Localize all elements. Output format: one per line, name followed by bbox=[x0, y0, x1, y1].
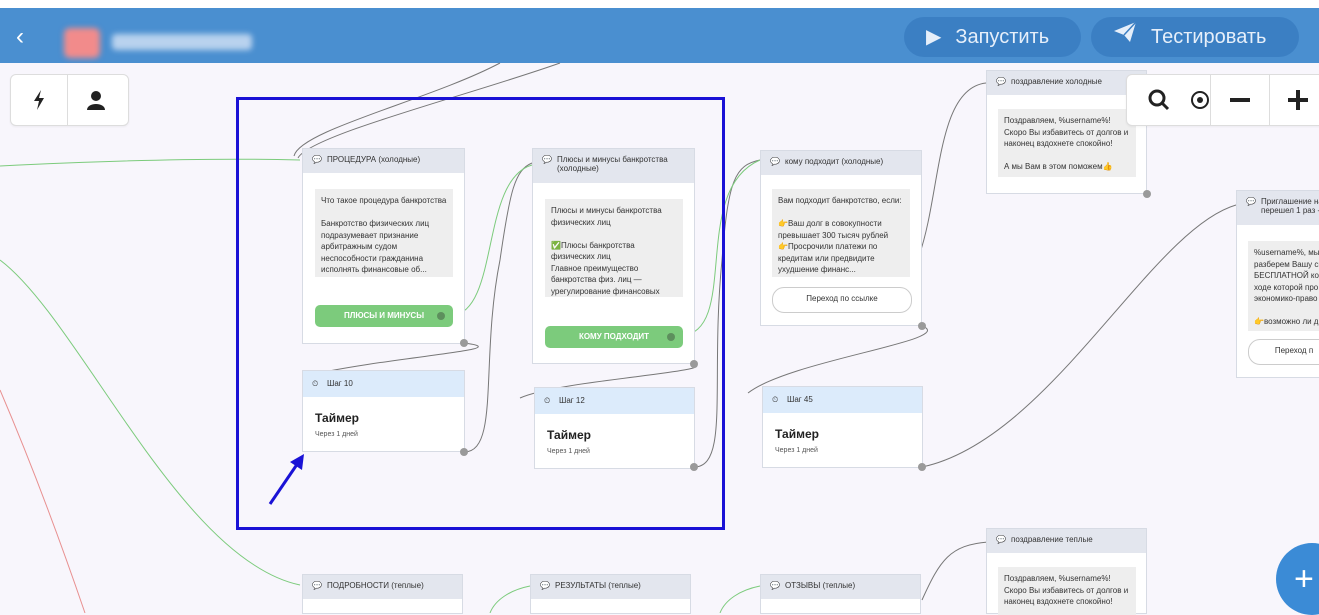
node-title: ПОДРОБНОСТИ (теплые) bbox=[327, 581, 424, 590]
node-congrats-warm[interactable]: 💬 поздравление теплые Поздравляем, %user… bbox=[986, 528, 1147, 615]
node-header: 💬 кому подходит (холодные) bbox=[761, 151, 921, 175]
toolbox-right bbox=[1126, 74, 1319, 126]
node-header: 💬 ОТЗЫВЫ (теплые) bbox=[761, 575, 920, 599]
plus-icon[interactable] bbox=[1268, 75, 1319, 125]
search-icon[interactable] bbox=[1127, 75, 1190, 125]
node-title: Шаг 45 bbox=[787, 395, 813, 404]
node-header: 💬 РЕЗУЛЬТАТЫ (теплые) bbox=[531, 575, 690, 599]
node-title: поздравление теплые bbox=[1011, 535, 1093, 544]
message-icon: 💬 bbox=[1246, 197, 1256, 206]
node-reviews[interactable]: 💬 ОТЗЫВЫ (теплые) bbox=[760, 574, 921, 614]
message-icon: 💬 bbox=[540, 581, 550, 590]
output-port[interactable] bbox=[918, 463, 926, 471]
output-port[interactable] bbox=[918, 322, 926, 330]
plus-icon: + bbox=[1294, 560, 1314, 598]
button-label: Переход п bbox=[1274, 346, 1314, 355]
node-congrats-cold[interactable]: 💬 поздравление холодные Поздравляем, %us… bbox=[986, 70, 1147, 194]
highlight-box bbox=[236, 97, 725, 530]
message-icon: 💬 bbox=[996, 535, 1006, 544]
node-consultation-invite[interactable]: 💬 Приглашение на консультацию (если пере… bbox=[1236, 190, 1319, 378]
node-title: РЕЗУЛЬТАТЫ (теплые) bbox=[555, 581, 641, 590]
button-link-transition[interactable]: Переход п bbox=[1248, 339, 1319, 365]
node-header: 💬 ПОДРОБНОСТИ (теплые) bbox=[303, 575, 462, 599]
message-text: Вам подходит банкротство, если: 👉Ваш дол… bbox=[772, 189, 910, 277]
clock-icon: ⏲ bbox=[772, 395, 779, 404]
node-header: 💬 поздравление теплые bbox=[987, 529, 1146, 553]
message-icon: 💬 bbox=[770, 581, 780, 590]
message-icon: 💬 bbox=[770, 157, 780, 166]
message-text: Поздравляем, %username%! Скоро Вы избави… bbox=[998, 109, 1136, 177]
node-title: Приглашение на консультацию (если переше… bbox=[1261, 197, 1319, 215]
node-header: ⏲ Шаг 45 bbox=[763, 387, 922, 413]
message-icon: 💬 bbox=[312, 581, 322, 590]
node-details[interactable]: 💬 ПОДРОБНОСТИ (теплые) bbox=[302, 574, 463, 614]
node-results[interactable]: 💬 РЕЗУЛЬТАТЫ (теплые) bbox=[530, 574, 691, 614]
node-header: 💬 Приглашение на консультацию (если пере… bbox=[1237, 191, 1319, 225]
node-title: ОТЗЫВЫ (теплые) bbox=[785, 581, 856, 590]
node-header: 💬 поздравление холодные bbox=[987, 71, 1146, 95]
message-text: %username%, мы пр разберем Вашу си БЕСПЛ… bbox=[1248, 241, 1319, 331]
lightning-icon[interactable] bbox=[11, 75, 67, 125]
minus-icon[interactable] bbox=[1210, 75, 1268, 125]
toolbox-left bbox=[10, 74, 129, 126]
target-icon[interactable] bbox=[1190, 75, 1210, 125]
node-who-suits[interactable]: 💬 кому подходит (холодные) Вам подходит … bbox=[760, 150, 922, 326]
node-step-45[interactable]: ⏲ Шаг 45 Таймер Через 1 дней bbox=[762, 386, 923, 468]
node-title: поздравление холодные bbox=[1011, 77, 1102, 86]
message-icon: 💬 bbox=[996, 77, 1006, 86]
button-label: Переход по ссылке bbox=[806, 294, 878, 303]
message-text: Поздравляем, %username%! Скоро Вы избави… bbox=[998, 567, 1136, 615]
timer-title: Таймер bbox=[775, 427, 819, 441]
timer-delay: Через 1 дней bbox=[775, 447, 818, 454]
arrow-icon bbox=[268, 454, 304, 505]
user-icon[interactable] bbox=[67, 75, 124, 125]
output-port[interactable] bbox=[1143, 190, 1151, 198]
button-link-transition[interactable]: Переход по ссылке bbox=[772, 287, 912, 313]
node-title: кому подходит (холодные) bbox=[785, 157, 884, 166]
